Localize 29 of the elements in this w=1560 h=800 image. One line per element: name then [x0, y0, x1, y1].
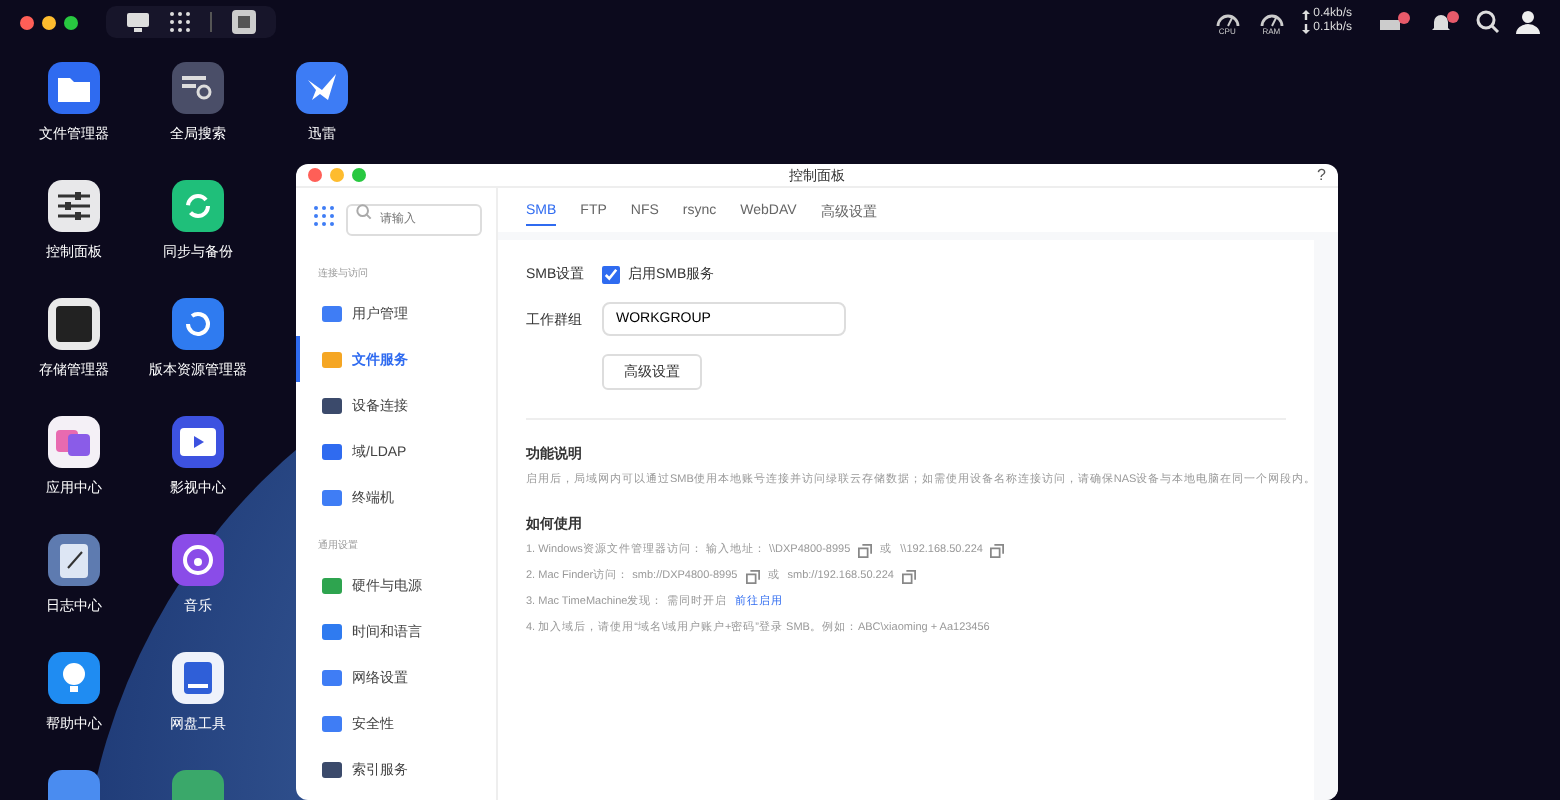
bell-icon[interactable] — [1428, 9, 1460, 35]
grid-icon[interactable] — [170, 12, 190, 32]
bird-icon[interactable] — [296, 62, 348, 114]
video-icon[interactable] — [172, 416, 224, 468]
checkbox[interactable] — [602, 265, 620, 283]
history-icon[interactable] — [172, 298, 224, 350]
copy-icon[interactable] — [901, 570, 916, 584]
search-icon[interactable] — [172, 62, 224, 114]
close-button[interactable] — [20, 15, 34, 29]
window-icon[interactable] — [232, 10, 256, 34]
help-icon[interactable] — [48, 652, 100, 704]
storage-icon[interactable] — [48, 298, 100, 350]
log-icon[interactable] — [48, 534, 100, 586]
maximize-button[interactable] — [64, 15, 78, 29]
close-button[interactable] — [308, 168, 322, 182]
download-arrow-icon — [1301, 24, 1310, 34]
monitor-icon[interactable] — [126, 12, 150, 32]
copy-icon[interactable] — [745, 570, 760, 584]
search-icon[interactable] — [1476, 10, 1500, 34]
minimize-button[interactable] — [42, 15, 56, 29]
search-icon — [356, 204, 372, 220]
music-icon[interactable] — [172, 534, 224, 586]
sliders-icon[interactable] — [48, 180, 100, 232]
copy-icon[interactable] — [858, 544, 873, 558]
sync-icon[interactable] — [172, 180, 224, 232]
upload-arrow-icon — [1301, 10, 1310, 20]
copy-icon[interactable] — [990, 544, 1005, 558]
help-button[interactable]: ? — [1317, 166, 1326, 184]
apps-icon[interactable] — [48, 416, 100, 468]
